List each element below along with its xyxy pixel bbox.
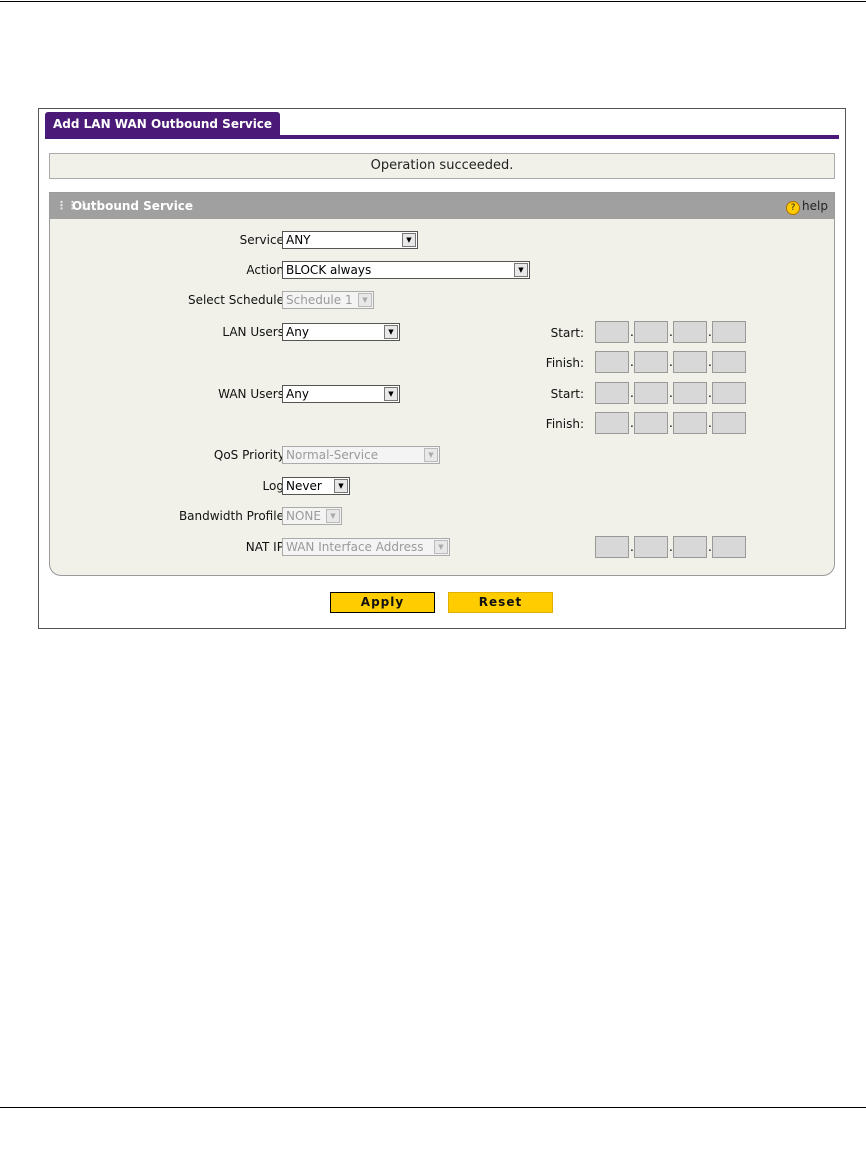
section-header: ⋮⋮⋮ Outbound Service ? help	[50, 193, 834, 219]
chevron-down-icon: ▼	[384, 325, 398, 339]
section-title: Outbound Service	[72, 199, 194, 213]
log-select[interactable]: Never ▼	[282, 477, 350, 495]
help-link[interactable]: ? help	[786, 193, 828, 219]
bandwidth-profile-label: Bandwidth Profile:	[178, 509, 288, 523]
outbound-service-window: Add LAN WAN Outbound Service Operation s…	[38, 108, 846, 629]
outbound-service-section: ⋮⋮⋮ Outbound Service ? help Service: ANY …	[49, 192, 835, 576]
service-label: Service:	[239, 233, 288, 247]
log-label: Log:	[262, 479, 288, 493]
qos-priority-label: QoS Priority:	[213, 448, 288, 462]
nat-ip-select[interactable]: WAN Interface Address ▼	[282, 538, 450, 556]
wan-users-label: WAN Users:	[218, 387, 288, 401]
action-label: Action:	[246, 263, 288, 277]
wan-finish-octet-3[interactable]	[673, 412, 707, 434]
qos-priority-select[interactable]: Normal-Service ▼	[282, 446, 440, 464]
lan-finish-octet-4[interactable]	[712, 351, 746, 373]
lan-users-label: LAN Users:	[222, 325, 288, 339]
lan-finish-octet-1[interactable]	[595, 351, 629, 373]
apply-button[interactable]: Apply	[330, 592, 435, 613]
lan-start-octet-4[interactable]	[712, 321, 746, 343]
nat-ip-octet-3[interactable]	[673, 536, 707, 558]
chevron-down-icon: ▼	[424, 448, 438, 462]
help-icon: ?	[786, 201, 801, 215]
wan-start-octet-1[interactable]	[595, 382, 629, 404]
wan-finish-octet-2[interactable]	[634, 412, 668, 434]
service-value: ANY	[286, 233, 311, 247]
wan-finish-octet-4[interactable]	[712, 412, 746, 434]
chevron-down-icon: ▼	[514, 263, 528, 277]
lan-finish-label: Finish:	[545, 356, 584, 370]
wan-finish-label: Finish:	[545, 417, 584, 431]
chevron-down-icon: ▼	[326, 509, 340, 523]
lan-start-octet-1[interactable]	[595, 321, 629, 343]
bandwidth-profile-select[interactable]: NONE ▼	[282, 507, 342, 525]
lan-start-octet-2[interactable]	[634, 321, 668, 343]
lan-finish-octet-2[interactable]	[634, 351, 668, 373]
bottom-rule	[0, 1107, 866, 1108]
wan-users-value: Any	[286, 387, 309, 401]
nat-ip-label: NAT IP:	[245, 540, 288, 554]
wan-start-octet-2[interactable]	[634, 382, 668, 404]
service-select[interactable]: ANY ▼	[282, 231, 418, 249]
action-select[interactable]: BLOCK always ▼	[282, 261, 530, 279]
schedule-label: Select Schedule:	[187, 293, 288, 307]
lan-start-octet-3[interactable]	[673, 321, 707, 343]
nat-ip-value: WAN Interface Address	[286, 540, 424, 554]
help-label: help	[802, 199, 828, 213]
tab-underline	[45, 135, 839, 139]
top-rule	[0, 1, 866, 2]
chevron-down-icon: ▼	[358, 293, 372, 307]
reset-button[interactable]: Reset	[448, 592, 553, 613]
schedule-select[interactable]: Schedule 1 ▼	[282, 291, 374, 309]
chevron-down-icon: ▼	[334, 479, 348, 493]
qos-priority-value: Normal-Service	[286, 448, 379, 462]
chevron-down-icon: ▼	[384, 387, 398, 401]
lan-users-select[interactable]: Any ▼	[282, 323, 400, 341]
chevron-down-icon: ▼	[402, 233, 416, 247]
nat-ip-octet-2[interactable]	[634, 536, 668, 558]
bandwidth-profile-value: NONE	[286, 509, 321, 523]
wan-users-select[interactable]: Any ▼	[282, 385, 400, 403]
action-value: BLOCK always	[286, 263, 372, 277]
lan-start-label: Start:	[550, 326, 584, 340]
wan-finish-octet-1[interactable]	[595, 412, 629, 434]
wan-start-octet-4[interactable]	[712, 382, 746, 404]
log-value: Never	[286, 479, 322, 493]
lan-finish-octet-3[interactable]	[673, 351, 707, 373]
nat-ip-octet-4[interactable]	[712, 536, 746, 558]
lan-users-value: Any	[286, 325, 309, 339]
chevron-down-icon: ▼	[434, 540, 448, 554]
tab-add-lan-wan-outbound-service[interactable]: Add LAN WAN Outbound Service	[45, 112, 281, 136]
schedule-value: Schedule 1	[286, 293, 353, 307]
status-message: Operation succeeded.	[49, 153, 835, 179]
wan-start-label: Start:	[550, 387, 584, 401]
nat-ip-octet-1[interactable]	[595, 536, 629, 558]
wan-start-octet-3[interactable]	[673, 382, 707, 404]
